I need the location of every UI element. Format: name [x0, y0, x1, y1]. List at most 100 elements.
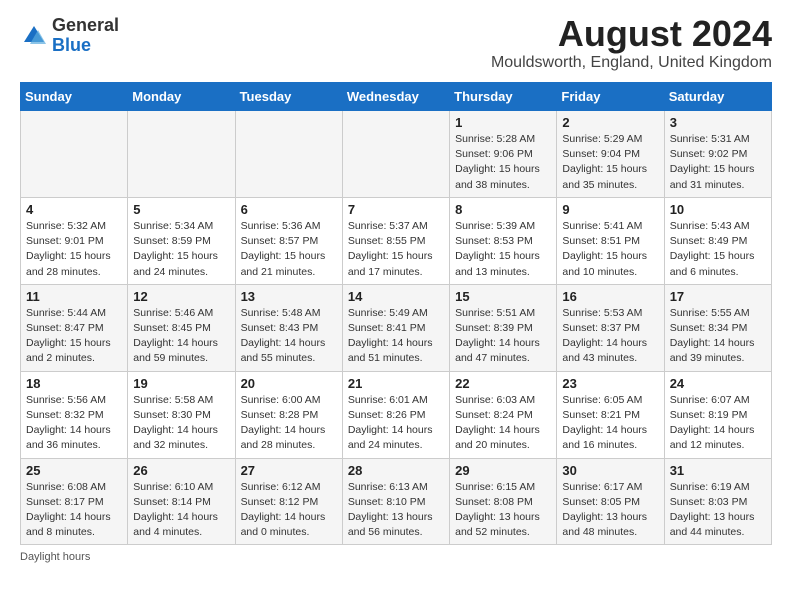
week-row-3: 11 Sunrise: 5:44 AM Sunset: 8:47 PM Dayli… [21, 284, 772, 371]
calendar-cell: 6Sunrise: 5:36 AM Sunset: 8:57 PM Daylig… [235, 197, 342, 284]
day-number: 19 [133, 376, 229, 391]
calendar-cell: 9 Sunrise: 5:41 AM Sunset: 8:51 PM Daylig… [557, 197, 664, 284]
calendar-cell: 20 Sunrise: 6:00 AM Sunset: 8:28 PM Dayli… [235, 371, 342, 458]
logo-blue-text: Blue [52, 35, 91, 55]
day-number: 14 [348, 289, 444, 304]
day-number: 15 [455, 289, 551, 304]
day-info: Sunrise: 5:58 AM Sunset: 8:30 PM Dayligh… [133, 393, 229, 454]
calendar-cell: 26Sunrise: 6:10 AM Sunset: 8:14 PM Dayli… [128, 458, 235, 545]
calendar-cell: 13 Sunrise: 5:48 AM Sunset: 8:43 PM Dayli… [235, 284, 342, 371]
calendar-cell: 8Sunrise: 5:39 AM Sunset: 8:53 PM Daylig… [450, 197, 557, 284]
day-number: 13 [241, 289, 337, 304]
header-day-tuesday: Tuesday [235, 83, 342, 111]
logo-text: General Blue [52, 16, 119, 56]
day-info: Sunrise: 5:36 AM Sunset: 8:57 PM Dayligh… [241, 219, 337, 280]
day-number: 7 [348, 202, 444, 217]
day-info: Sunrise: 5:43 AM Sunset: 8:49 PM Dayligh… [670, 219, 766, 280]
day-number: 29 [455, 463, 551, 478]
day-number: 16 [562, 289, 658, 304]
week-row-4: 18Sunrise: 5:56 AM Sunset: 8:32 PM Dayli… [21, 371, 772, 458]
calendar-cell: 5 Sunrise: 5:34 AM Sunset: 8:59 PM Daylig… [128, 197, 235, 284]
calendar-cell: 3 Sunrise: 5:31 AM Sunset: 9:02 PM Daylig… [664, 111, 771, 198]
week-row-5: 25Sunrise: 6:08 AM Sunset: 8:17 PM Dayli… [21, 458, 772, 545]
day-number: 30 [562, 463, 658, 478]
week-row-1: 1Sunrise: 5:28 AM Sunset: 9:06 PM Daylig… [21, 111, 772, 198]
day-info: Sunrise: 6:03 AM Sunset: 8:24 PM Dayligh… [455, 393, 551, 454]
calendar-cell: 18Sunrise: 5:56 AM Sunset: 8:32 PM Dayli… [21, 371, 128, 458]
day-info: Sunrise: 6:07 AM Sunset: 8:19 PM Dayligh… [670, 393, 766, 454]
logo-general-text: General [52, 15, 119, 35]
day-number: 9 [562, 202, 658, 217]
calendar-cell [235, 111, 342, 198]
day-info: Sunrise: 6:01 AM Sunset: 8:26 PM Dayligh… [348, 393, 444, 454]
day-number: 4 [26, 202, 122, 217]
calendar-cell: 29 Sunrise: 6:15 AM Sunset: 8:08 PM Dayli… [450, 458, 557, 545]
calendar-cell [21, 111, 128, 198]
header-row: SundayMondayTuesdayWednesdayThursdayFrid… [21, 83, 772, 111]
calendar-cell: 2Sunrise: 5:29 AM Sunset: 9:04 PM Daylig… [557, 111, 664, 198]
calendar-header: SundayMondayTuesdayWednesdayThursdayFrid… [21, 83, 772, 111]
calendar-cell: 12 Sunrise: 5:46 AM Sunset: 8:45 PM Dayli… [128, 284, 235, 371]
calendar-cell: 30 Sunrise: 6:17 AM Sunset: 8:05 PM Dayli… [557, 458, 664, 545]
footer-daylight-label: Daylight hours [20, 551, 90, 563]
day-number: 31 [670, 463, 766, 478]
day-info: Sunrise: 5:37 AM Sunset: 8:55 PM Dayligh… [348, 219, 444, 280]
day-info: Sunrise: 6:17 AM Sunset: 8:05 PM Dayligh… [562, 480, 658, 541]
day-info: Sunrise: 5:46 AM Sunset: 8:45 PM Dayligh… [133, 306, 229, 367]
day-number: 17 [670, 289, 766, 304]
title-area: August 2024 Mouldsworth, England, United… [491, 16, 772, 72]
day-info: Sunrise: 5:31 AM Sunset: 9:02 PM Dayligh… [670, 132, 766, 193]
day-number: 24 [670, 376, 766, 391]
footer-note: Daylight hours [20, 551, 772, 563]
day-number: 18 [26, 376, 122, 391]
calendar-cell: 14Sunrise: 5:49 AM Sunset: 8:41 PM Dayli… [342, 284, 449, 371]
day-number: 12 [133, 289, 229, 304]
day-info: Sunrise: 5:53 AM Sunset: 8:37 PM Dayligh… [562, 306, 658, 367]
calendar-cell: 23 Sunrise: 6:05 AM Sunset: 8:21 PM Dayli… [557, 371, 664, 458]
day-info: Sunrise: 6:00 AM Sunset: 8:28 PM Dayligh… [241, 393, 337, 454]
day-info: Sunrise: 6:08 AM Sunset: 8:17 PM Dayligh… [26, 480, 122, 541]
day-info: Sunrise: 5:55 AM Sunset: 8:34 PM Dayligh… [670, 306, 766, 367]
calendar-cell: 4 Sunrise: 5:32 AM Sunset: 9:01 PM Daylig… [21, 197, 128, 284]
day-number: 22 [455, 376, 551, 391]
day-info: Sunrise: 5:39 AM Sunset: 8:53 PM Dayligh… [455, 219, 551, 280]
day-number: 20 [241, 376, 337, 391]
month-year: August 2024 [491, 16, 772, 52]
day-info: Sunrise: 6:12 AM Sunset: 8:12 PM Dayligh… [241, 480, 337, 541]
day-info: Sunrise: 6:10 AM Sunset: 8:14 PM Dayligh… [133, 480, 229, 541]
header-day-thursday: Thursday [450, 83, 557, 111]
day-number: 23 [562, 376, 658, 391]
day-number: 28 [348, 463, 444, 478]
week-row-2: 4 Sunrise: 5:32 AM Sunset: 9:01 PM Daylig… [21, 197, 772, 284]
calendar-cell: 22 Sunrise: 6:03 AM Sunset: 8:24 PM Dayli… [450, 371, 557, 458]
day-number: 3 [670, 115, 766, 130]
day-info: Sunrise: 6:15 AM Sunset: 8:08 PM Dayligh… [455, 480, 551, 541]
header-day-saturday: Saturday [664, 83, 771, 111]
calendar-cell: 16 Sunrise: 5:53 AM Sunset: 8:37 PM Dayli… [557, 284, 664, 371]
day-info: Sunrise: 5:32 AM Sunset: 9:01 PM Dayligh… [26, 219, 122, 280]
header-day-wednesday: Wednesday [342, 83, 449, 111]
calendar-cell: 10Sunrise: 5:43 AM Sunset: 8:49 PM Dayli… [664, 197, 771, 284]
calendar-cell: 11 Sunrise: 5:44 AM Sunset: 8:47 PM Dayli… [21, 284, 128, 371]
header-day-sunday: Sunday [21, 83, 128, 111]
calendar-cell: 15Sunrise: 5:51 AM Sunset: 8:39 PM Dayli… [450, 284, 557, 371]
calendar-cell [342, 111, 449, 198]
day-info: Sunrise: 5:41 AM Sunset: 8:51 PM Dayligh… [562, 219, 658, 280]
day-info: Sunrise: 5:48 AM Sunset: 8:43 PM Dayligh… [241, 306, 337, 367]
header-day-monday: Monday [128, 83, 235, 111]
header-day-friday: Friday [557, 83, 664, 111]
calendar-body: 1Sunrise: 5:28 AM Sunset: 9:06 PM Daylig… [21, 111, 772, 545]
day-info: Sunrise: 5:34 AM Sunset: 8:59 PM Dayligh… [133, 219, 229, 280]
day-number: 5 [133, 202, 229, 217]
calendar-cell: 17 Sunrise: 5:55 AM Sunset: 8:34 PM Dayli… [664, 284, 771, 371]
logo: General Blue [20, 16, 119, 56]
logo-icon [20, 22, 48, 50]
day-number: 11 [26, 289, 122, 304]
day-info: Sunrise: 6:05 AM Sunset: 8:21 PM Dayligh… [562, 393, 658, 454]
calendar-table: SundayMondayTuesdayWednesdayThursdayFrid… [20, 82, 772, 545]
day-info: Sunrise: 5:44 AM Sunset: 8:47 PM Dayligh… [26, 306, 122, 367]
calendar-cell: 7 Sunrise: 5:37 AM Sunset: 8:55 PM Daylig… [342, 197, 449, 284]
day-info: Sunrise: 6:13 AM Sunset: 8:10 PM Dayligh… [348, 480, 444, 541]
calendar-cell [128, 111, 235, 198]
header: General Blue August 2024 Mouldsworth, En… [20, 16, 772, 72]
